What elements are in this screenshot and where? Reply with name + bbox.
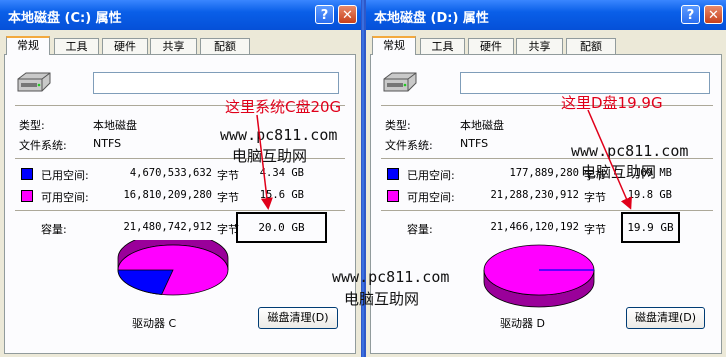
- window-title: 本地磁盘 (C:) 属性: [8, 11, 122, 26]
- hard-drive-icon: [17, 72, 51, 92]
- type-label: 类型:: [385, 119, 411, 132]
- watermark-url: www.pc811.com: [332, 268, 450, 286]
- tab-sharing[interactable]: 共享: [516, 38, 563, 54]
- tab-tools[interactable]: 工具: [420, 38, 465, 54]
- watermark-name: 电脑互助网: [344, 290, 420, 308]
- drive-label: 驱动器 D: [500, 317, 545, 330]
- free-space-unit: 字节: [217, 191, 239, 204]
- help-button[interactable]: ?: [315, 5, 334, 24]
- free-space-swatch: [21, 190, 33, 202]
- free-space-gb: 15.6 GB: [259, 189, 304, 201]
- capacity-label: 容量:: [407, 223, 433, 236]
- used-space-bytes: 177,889,280: [509, 167, 579, 179]
- free-space-bytes: 16,810,209,280: [123, 189, 212, 201]
- watermark-name: 电脑互助网: [232, 147, 308, 165]
- divider: [15, 210, 345, 211]
- tab-tools[interactable]: 工具: [54, 38, 99, 54]
- free-space-bytes: 21,288,230,912: [490, 189, 579, 201]
- title-bar[interactable]: 本地磁盘 (C:) 属性 ? ✕: [0, 0, 361, 30]
- drive-c-properties-window: 本地磁盘 (C:) 属性 ? ✕ 常规 工具 硬件 共享 配额 类型: 本地磁盘…: [0, 0, 362, 357]
- title-bar[interactable]: 本地磁盘 (D:) 属性 ? ✕: [366, 0, 726, 30]
- free-space-gb: 19.8 GB: [627, 189, 672, 201]
- volume-name-input[interactable]: [460, 72, 710, 94]
- tab-sharing[interactable]: 共享: [150, 38, 197, 54]
- close-button[interactable]: ✕: [704, 5, 723, 24]
- question-mark-icon: ?: [686, 8, 695, 23]
- tab-quota[interactable]: 配额: [200, 38, 250, 54]
- used-space-bytes: 4,670,533,632: [129, 167, 212, 179]
- usage-pie-chart: [117, 240, 229, 296]
- used-space-gb: 4.34 GB: [259, 167, 304, 179]
- type-value: 本地磁盘: [93, 119, 137, 132]
- window-title: 本地磁盘 (D:) 属性: [374, 11, 489, 26]
- disk-cleanup-button[interactable]: 磁盘清理(D): [258, 307, 338, 329]
- tab-hardware[interactable]: 硬件: [102, 38, 148, 54]
- tab-hardware[interactable]: 硬件: [468, 38, 514, 54]
- tab-quota[interactable]: 配额: [566, 38, 616, 54]
- capacity-label: 容量:: [41, 223, 67, 236]
- volume-name-input[interactable]: [93, 72, 339, 94]
- used-space-label: 已用空间:: [41, 169, 89, 182]
- free-space-label: 可用空间:: [407, 191, 455, 204]
- capacity-gb-highlight: 19.9 GB: [621, 212, 680, 243]
- annotation-d: 这里D盘19.9G: [561, 94, 663, 112]
- capacity-bytes: 21,466,120,192: [490, 221, 579, 233]
- free-space-label: 可用空间:: [41, 191, 89, 204]
- divider: [381, 210, 713, 211]
- watermark-url: www.pc811.com: [220, 126, 338, 144]
- type-label: 类型:: [19, 119, 45, 132]
- watermark-url: www.pc811.com: [571, 142, 689, 160]
- tab-general[interactable]: 常规: [6, 36, 50, 55]
- used-space-unit: 字节: [217, 169, 239, 182]
- disk-cleanup-button[interactable]: 磁盘清理(D): [626, 307, 705, 329]
- filesystem-label: 文件系统:: [385, 139, 433, 152]
- free-space-swatch: [387, 190, 399, 202]
- annotation-c: 这里系统C盘20G: [225, 98, 342, 116]
- capacity-bytes: 21,480,742,912: [123, 221, 212, 233]
- filesystem-value: NTFS: [460, 137, 489, 150]
- close-button[interactable]: ✕: [338, 5, 357, 24]
- used-space-swatch: [387, 168, 399, 180]
- help-button[interactable]: ?: [681, 5, 700, 24]
- filesystem-label: 文件系统:: [19, 139, 67, 152]
- close-x-icon: ✕: [708, 8, 719, 23]
- usage-pie-chart: [483, 244, 595, 308]
- filesystem-value: NTFS: [93, 137, 122, 150]
- capacity-gb-highlight: 20.0 GB: [236, 212, 327, 243]
- hard-drive-icon: [383, 72, 417, 92]
- used-space-label: 已用空间:: [407, 169, 455, 182]
- drive-label: 驱动器 C: [132, 317, 177, 330]
- divider: [381, 105, 713, 106]
- capacity-unit: 字节: [584, 223, 606, 236]
- tab-general[interactable]: 常规: [372, 36, 416, 55]
- question-mark-icon: ?: [320, 8, 329, 23]
- free-space-unit: 字节: [584, 191, 606, 204]
- close-x-icon: ✕: [342, 8, 353, 23]
- type-value: 本地磁盘: [460, 119, 504, 132]
- watermark-name: 电脑互助网: [581, 163, 657, 181]
- used-space-swatch: [21, 168, 33, 180]
